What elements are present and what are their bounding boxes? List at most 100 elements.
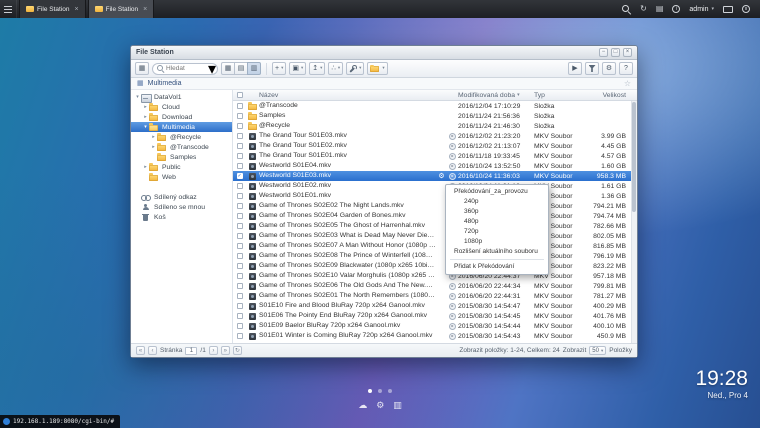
- file-row-recycle[interactable]: @Recycle2016/11/24 21:46:30Složka: [233, 121, 637, 131]
- volume-select-button[interactable]: ▦: [135, 62, 149, 75]
- row-checkbox[interactable]: [237, 243, 243, 249]
- minimize-button[interactable]: −: [599, 48, 608, 57]
- search-scope-caret-icon[interactable]: ▾: [208, 59, 216, 79]
- tree-toggle-icon[interactable]: ▸: [142, 115, 149, 120]
- row-checkbox[interactable]: [237, 133, 243, 139]
- sidebar-item-samples[interactable]: Samples: [131, 152, 232, 162]
- upload-button[interactable]: ↥▾: [309, 62, 325, 75]
- actions-gear-icon[interactable]: ⚙: [438, 173, 444, 180]
- menu-item-360p[interactable]: 360p: [446, 207, 548, 217]
- media-play-icon[interactable]: ▸: [449, 303, 456, 310]
- row-checkbox[interactable]: [237, 223, 243, 229]
- media-play-icon[interactable]: ▸: [449, 133, 456, 140]
- file-row-game-of-thrones-s02e04-garden-of-bones-mkv[interactable]: Game of Thrones S02E04 Garden of Bones.m…: [233, 211, 637, 221]
- sidebar-item-datavol1[interactable]: ▾DataVol1: [131, 92, 232, 102]
- sidebar-item-sd-len-odkaz[interactable]: Sdílený odkaz: [131, 192, 232, 202]
- menu-item-p-idat-k-p-ek-dov-n[interactable]: Přidat k Překódování: [446, 262, 548, 272]
- sidebar-item-ko[interactable]: Koš: [131, 212, 232, 222]
- create-button[interactable]: +▾: [272, 62, 286, 75]
- media-play-icon[interactable]: ▸: [449, 323, 456, 330]
- menu-item-1080p[interactable]: 1080p: [446, 237, 548, 247]
- sidebar-item-multimedia[interactable]: ▾Multimedia: [131, 122, 232, 132]
- file-row-westworld-s01e04-mkv[interactable]: Westworld S01E04.mkv▸2016/10/24 13:52:50…: [233, 161, 637, 171]
- last-page-button[interactable]: »: [221, 346, 230, 355]
- window-titlebar[interactable]: File Station − □ ×: [131, 46, 637, 60]
- sidebar-item-public[interactable]: ▸Public: [131, 162, 232, 172]
- sidebar-item-cloud[interactable]: ▸Cloud: [131, 102, 232, 112]
- desktop-switch-icon[interactable]: [723, 6, 733, 13]
- tree-toggle-icon[interactable]: ▸: [142, 105, 149, 110]
- background-tasks-icon[interactable]: ↻: [640, 5, 647, 13]
- close-button[interactable]: ×: [623, 48, 632, 57]
- settings-button[interactable]: ⚙: [602, 62, 616, 75]
- prev-page-button[interactable]: ‹: [148, 346, 157, 355]
- row-checkbox[interactable]: [237, 323, 243, 329]
- page-size-select[interactable]: 50 ▾: [589, 346, 606, 355]
- menu-item-480p[interactable]: 480p: [446, 217, 548, 227]
- file-row-the-grand-tour-s01e03-mkv[interactable]: The Grand Tour S01E03.mkv▸2016/12/02 21:…: [233, 131, 637, 141]
- scrollbar[interactable]: [631, 101, 637, 343]
- file-row-game-of-thrones-s02e07-a-man-without-honor-1080p-x265-10bit-joy-mkv[interactable]: Game of Thrones S02E07 A Man Without Hon…: [233, 241, 637, 251]
- refresh-button[interactable]: ↻: [233, 346, 242, 355]
- media-play-icon[interactable]: ▸: [449, 153, 456, 160]
- sidebar-item-download[interactable]: ▸Download: [131, 112, 232, 122]
- sidebar-item-web[interactable]: Web: [131, 172, 232, 182]
- row-checkbox[interactable]: [237, 253, 243, 259]
- thumbnail-view-button[interactable]: ▦: [221, 62, 235, 75]
- row-checkbox[interactable]: [237, 333, 243, 339]
- search-icon[interactable]: [622, 5, 631, 14]
- scrollbar-thumb[interactable]: [632, 102, 636, 212]
- row-checkbox[interactable]: [237, 273, 243, 279]
- row-checkbox[interactable]: [237, 213, 243, 219]
- menu-item-rozli-en-aktu-ln-ho-souboru[interactable]: Rozlišení aktuálního souboru: [446, 247, 548, 257]
- file-row-westworld-s01e01-mkv[interactable]: Westworld S01E01.mkv▸2016/10/24 11:05:42…: [233, 191, 637, 201]
- share-button[interactable]: ∴▾: [328, 62, 343, 75]
- file-row-the-grand-tour-s01e01-mkv[interactable]: The Grand Tour S01E01.mkv▸2016/11/18 19:…: [233, 151, 637, 161]
- desktop-page-dot[interactable]: [388, 389, 392, 393]
- select-all-checkbox[interactable]: [237, 92, 243, 98]
- main-menu-button[interactable]: [0, 0, 17, 18]
- row-checkbox[interactable]: [237, 123, 243, 129]
- file-row-game-of-thrones-s02e09-blackwater-1080p-x265-10bit-joy-mkv[interactable]: Game of Thrones S02E09 Blackwater (1080p…: [233, 261, 637, 271]
- utilities-icon[interactable]: ⚙: [376, 401, 384, 410]
- external-devices-icon[interactable]: ▤: [656, 5, 664, 13]
- row-checkbox[interactable]: [237, 283, 243, 289]
- row-checkbox[interactable]: [237, 293, 243, 299]
- file-row-westworld-s01e03-mkv[interactable]: ✓Westworld S01E03.mkv⚙▸2016/10/24 11:36:…: [233, 171, 637, 181]
- sidebar-item-transcode[interactable]: ▸@Transcode: [131, 142, 232, 152]
- breadcrumb-path[interactable]: Multimedia: [148, 80, 182, 87]
- column-name[interactable]: Název: [259, 90, 436, 100]
- media-play-icon[interactable]: ▸: [449, 163, 456, 170]
- close-icon[interactable]: ×: [143, 6, 147, 13]
- sidebar-item-recycle[interactable]: ▸@Recycle: [131, 132, 232, 142]
- play-on-device-button[interactable]: ▶: [568, 62, 582, 75]
- row-checkbox[interactable]: ✓: [237, 173, 243, 179]
- row-checkbox[interactable]: [237, 263, 243, 269]
- next-page-button[interactable]: ›: [209, 346, 218, 355]
- row-checkbox[interactable]: [237, 193, 243, 199]
- media-play-icon[interactable]: ▸: [449, 143, 456, 150]
- close-icon[interactable]: ×: [75, 6, 79, 13]
- folder-settings-button[interactable]: ▾: [367, 62, 387, 75]
- search-box[interactable]: ▾: [152, 63, 218, 75]
- media-play-icon[interactable]: ▸: [449, 313, 456, 320]
- more-actions-button[interactable]: ▾: [346, 62, 364, 75]
- row-checkbox[interactable]: [237, 233, 243, 239]
- row-checkbox[interactable]: [237, 103, 243, 109]
- file-row-samples[interactable]: Samples2016/11/24 21:56:36Složka: [233, 111, 637, 121]
- file-row-westworld-s01e02-mkv[interactable]: Westworld S01E02.mkv▸2016/10/24 11:21:18…: [233, 181, 637, 191]
- row-checkbox[interactable]: [237, 153, 243, 159]
- media-play-icon[interactable]: ▸: [449, 293, 456, 300]
- file-row-s01e01-winter-is-coming-bluray-720p-x264-ganool-mkv[interactable]: S01E01 Winter is Coming BluRay 720p x264…: [233, 331, 637, 341]
- favorite-star-icon[interactable]: ☆: [624, 80, 631, 88]
- file-row-game-of-thrones-s02e10-valar-morghulis-1080p-x265-10bit-joy-mkv[interactable]: Game of Thrones S02E10 Valar Morghulis (…: [233, 271, 637, 281]
- file-row-s01e10-fire-and-blood-bluray-720p-x264-ganool-mkv[interactable]: S01E10 Fire and Blood BluRay 720p x264 G…: [233, 301, 637, 311]
- myqnapcloud-icon[interactable]: ☁: [358, 401, 367, 410]
- desktop-page-dot[interactable]: [368, 389, 372, 393]
- page-number-input[interactable]: 1: [185, 347, 197, 355]
- file-row-game-of-thrones-s02e02-the-night-lands-mkv[interactable]: Game of Thrones S02E02 The Night Lands.m…: [233, 201, 637, 211]
- menu-item-240p[interactable]: 240p: [446, 197, 548, 207]
- file-row-game-of-thrones-s02e01-the-north-remembers-1080p-x265-10bit-joy-mkv[interactable]: Game of Thrones S02E01 The North Remembe…: [233, 291, 637, 301]
- help-button[interactable]: ?: [619, 62, 633, 75]
- file-row-the-grand-tour-s01e02-mkv[interactable]: The Grand Tour S01E02.mkv▸2016/12/02 21:…: [233, 141, 637, 151]
